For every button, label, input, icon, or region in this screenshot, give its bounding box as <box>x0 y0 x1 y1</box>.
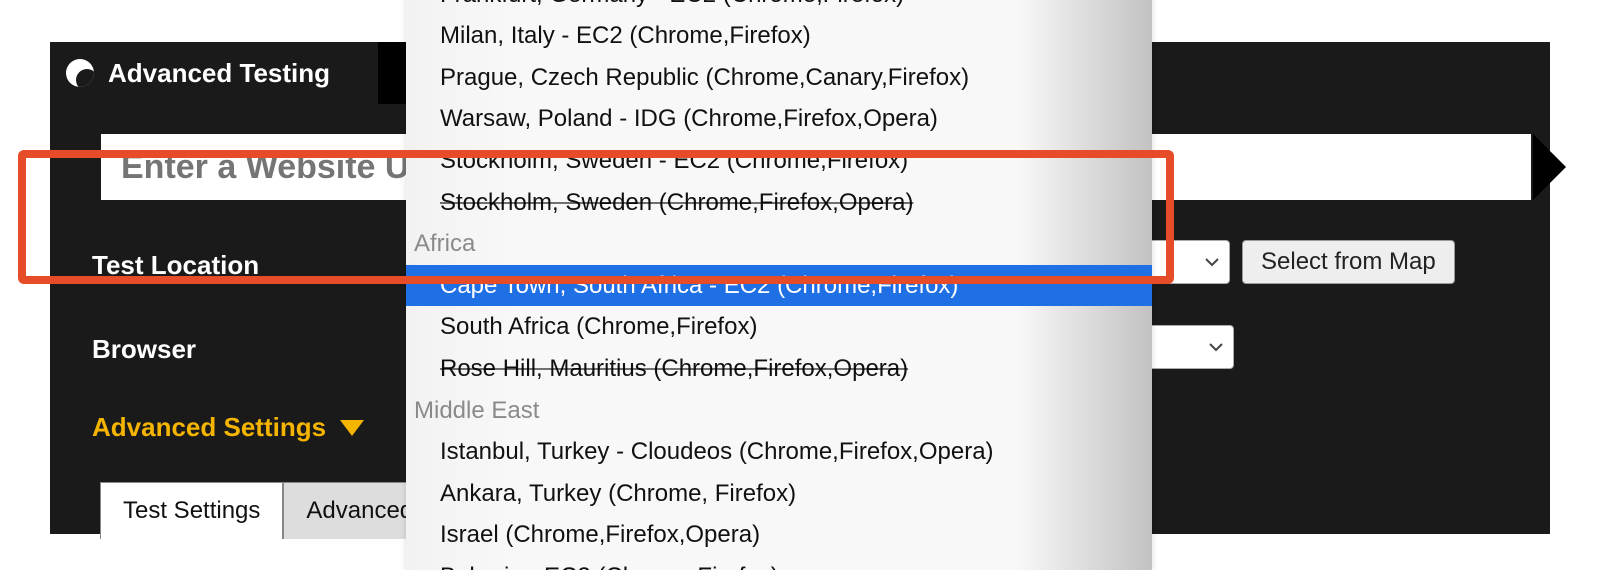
dropdown-option[interactable]: Ankara, Turkey (Chrome, Firefox) <box>406 473 1152 515</box>
app-logo-icon <box>66 59 94 87</box>
dropdown-option[interactable]: Rose Hill, Mauritius (Chrome,Firefox,Ope… <box>406 348 1152 390</box>
select-from-map-button[interactable]: Select from Map <box>1242 240 1455 284</box>
dropdown-option[interactable]: Stockholm, Sweden (Chrome,Firefox,Opera) <box>406 182 1152 224</box>
tab-advanced-label: Advanced <box>306 497 413 524</box>
dropdown-option[interactable]: Warsaw, Poland - IDG (Chrome,Firefox,Ope… <box>406 98 1152 140</box>
test-location-dropdown[interactable]: Amsterdam, NL - GCE (Chrome,Firefox)Fran… <box>406 0 1152 570</box>
dropdown-group-header: Africa <box>406 223 1152 265</box>
dropdown-option[interactable]: Milan, Italy - EC2 (Chrome,Firefox) <box>406 15 1152 57</box>
dropdown-option[interactable]: South Africa (Chrome,Firefox) <box>406 306 1152 348</box>
select-from-map-label: Select from Map <box>1261 248 1436 276</box>
dropdown-option[interactable]: Israel (Chrome,Firefox,Opera) <box>406 514 1152 556</box>
tab-label: Advanced Testing <box>108 58 330 89</box>
test-location-label: Test Location <box>92 250 259 281</box>
settings-tabs: Test Settings Advanced <box>100 482 436 539</box>
chevron-down-icon <box>1207 338 1225 356</box>
tab-advanced-testing[interactable]: Advanced Testing <box>50 42 350 104</box>
tab-test-settings[interactable]: Test Settings <box>100 482 283 539</box>
chevron-down-icon <box>1203 253 1221 271</box>
dropdown-option[interactable]: Bahrain - EC2 (Chrome,Firefox) <box>406 556 1152 570</box>
dropdown-option[interactable]: Frankfurt, Germany - EC2 (Chrome,Firefox… <box>406 0 1152 15</box>
browser-label: Browser <box>92 334 196 365</box>
start-test-caret-icon[interactable] <box>1533 134 1566 200</box>
dropdown-option[interactable]: Stockholm, Sweden - EC2 (Chrome,Firefox) <box>406 140 1152 182</box>
dropdown-option[interactable]: Cape Town, South Africa - EC2 (Chrome,Fi… <box>406 265 1152 307</box>
dropdown-option[interactable]: Istanbul, Turkey - Cloudeos (Chrome,Fire… <box>406 431 1152 473</box>
advanced-settings-toggle[interactable]: Advanced Settings <box>92 412 364 443</box>
dropdown-option[interactable]: Prague, Czech Republic (Chrome,Canary,Fi… <box>406 57 1152 99</box>
tab-test-settings-label: Test Settings <box>123 497 260 524</box>
advanced-settings-label: Advanced Settings <box>92 412 326 443</box>
dropdown-group-header: Middle East <box>406 390 1152 432</box>
triangle-down-icon <box>340 420 364 436</box>
